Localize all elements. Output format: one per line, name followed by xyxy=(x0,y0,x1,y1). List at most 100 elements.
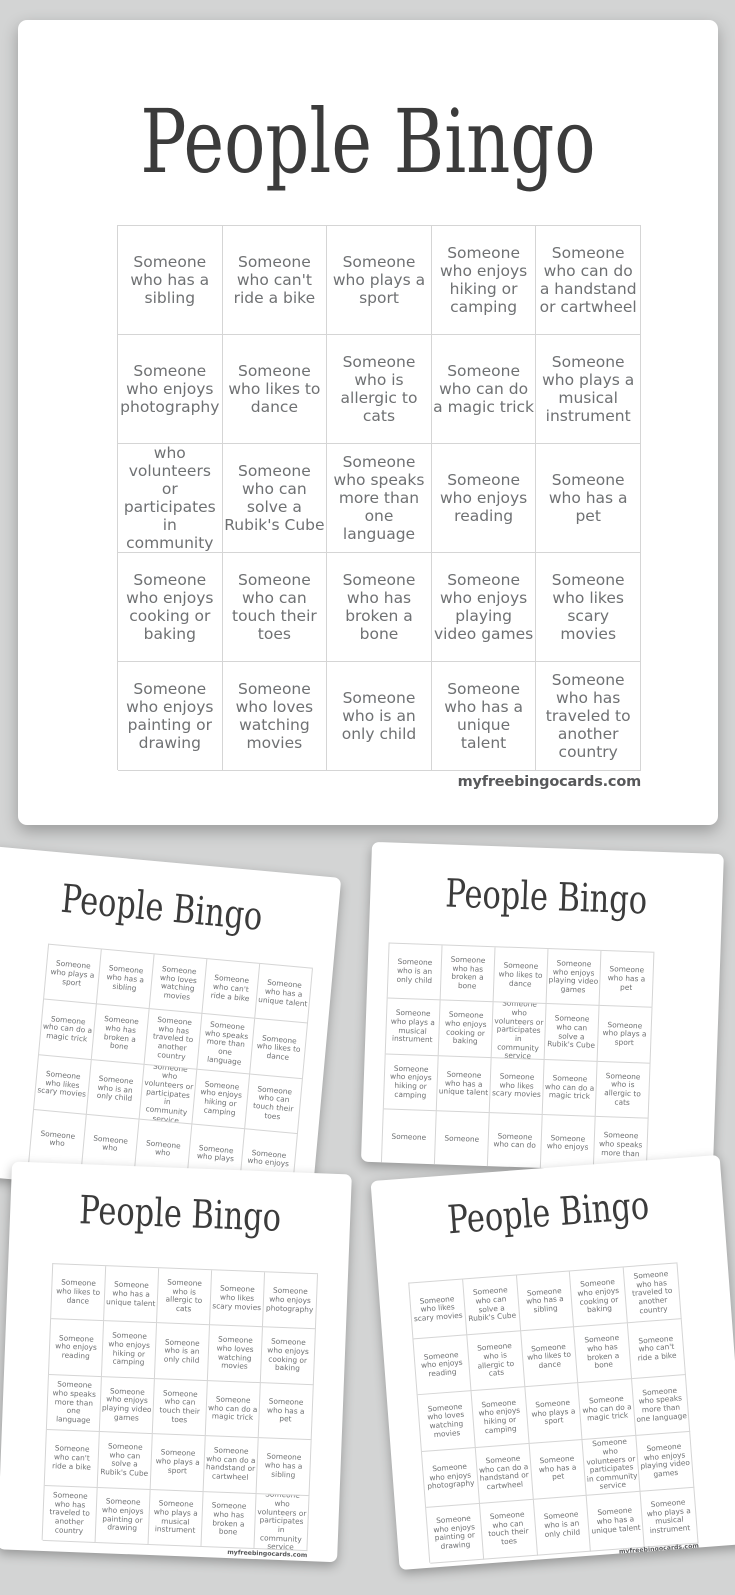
bingo-cell[interactable]: Someone who has broken a bone xyxy=(201,1491,257,1550)
bingo-cell[interactable]: Someone who can't ride a bike xyxy=(628,1319,686,1380)
bingo-cell[interactable]: Someone who enjoys playing video games xyxy=(546,949,602,1007)
bingo-cell[interactable]: Someone who enjoys painting or drawing xyxy=(95,1487,151,1545)
bingo-cell[interactable]: Someone who likes scary movies xyxy=(409,1279,468,1340)
bingo-cell[interactable]: Someone who has a pet xyxy=(536,444,641,553)
bingo-cell[interactable]: Someone who is an only child xyxy=(327,662,432,771)
bingo-cell[interactable]: Someone who has a sibling xyxy=(118,226,223,335)
bingo-cell[interactable]: Someone who likes to dance xyxy=(493,947,549,1005)
bingo-cell[interactable]: Someone who enjoys reading xyxy=(48,1319,105,1377)
bingo-cell[interactable]: Someone who likes scary movies xyxy=(33,1055,92,1116)
bingo-cell[interactable]: Someone who has traveled to another coun… xyxy=(144,1009,203,1070)
bingo-cell[interactable]: Someone xyxy=(381,1109,437,1167)
bingo-cell[interactable]: Someone who volunteers or participates i… xyxy=(254,1493,310,1552)
bingo-cell[interactable]: Someone who can do a magic trick xyxy=(38,999,97,1060)
bingo-cell[interactable]: Someone who enjoys cooking or baking xyxy=(118,553,223,662)
bingo-cell[interactable]: Someone who enjoys hiking or camping xyxy=(383,1054,439,1112)
bingo-cell[interactable]: Someone who can do a handstand or cartwh… xyxy=(536,226,641,335)
bingo-cell[interactable]: Someone who speaks more than one languag… xyxy=(197,1014,256,1075)
bingo-cell[interactable]: Someone who can solve a Rubik's Cube xyxy=(222,444,328,553)
bingo-card-thumbnail-5[interactable]: People Bingo Someone who likes scary mov… xyxy=(370,1154,735,1571)
bingo-cell[interactable]: Someone who enjoys photography xyxy=(118,335,223,444)
bingo-cell[interactable]: Someone who has broken a bone xyxy=(91,1004,150,1065)
bingo-cell[interactable]: Someone who volunteers or participates i… xyxy=(491,1002,547,1060)
bingo-cell[interactable]: Someone who speaks more than one languag… xyxy=(632,1375,691,1436)
bingo-cell[interactable]: Someone who likes scary movies xyxy=(489,1057,545,1116)
bingo-cell[interactable]: Someone who volunteers or participates i… xyxy=(118,444,223,553)
bingo-cell[interactable]: Someone who likes to dance xyxy=(51,1264,107,1322)
bingo-cell[interactable]: Someone who enjoys playing video games xyxy=(636,1431,695,1492)
bingo-cell[interactable]: Someone who has a unique talent xyxy=(255,963,313,1024)
bingo-cell[interactable]: Someone who has a pet xyxy=(599,950,655,1009)
bingo-cell[interactable]: Someone who can touch their toes xyxy=(479,1499,538,1560)
bingo-cell[interactable]: Someone who enjoys hiking or camping xyxy=(431,226,537,335)
bingo-cell[interactable]: Someone who volunteers or participates i… xyxy=(139,1064,198,1125)
bingo-cell[interactable]: Someone who enjoys reading xyxy=(413,1335,472,1396)
bingo-cell[interactable]: Someone who enjoys painting or drawing xyxy=(426,1503,484,1564)
bingo-cell[interactable]: Someone who has a sibling xyxy=(96,949,155,1010)
bingo-cell[interactable]: Someone who enjoys reading xyxy=(431,444,537,553)
bingo-cell[interactable]: Someone who is allergic to cats xyxy=(467,1331,525,1392)
bingo-cell[interactable]: Someone who can do a handstand or cartwh… xyxy=(203,1436,259,1494)
bingo-cell[interactable]: Someone who can touch their toes xyxy=(245,1074,303,1135)
bingo-cell[interactable]: Someone who has broken a bone xyxy=(327,553,432,662)
bingo-cell[interactable]: Someone who enjoys cooking or baking xyxy=(570,1267,629,1328)
bingo-cell[interactable]: Someone who is an only child xyxy=(387,943,443,1001)
bingo-cell[interactable]: Someone who plays a musical instrument xyxy=(385,998,441,1057)
bingo-cell[interactable]: Someone who likes to dance xyxy=(222,335,328,444)
bingo-cell[interactable]: Someone who enjoys hiking or camping xyxy=(192,1069,251,1130)
bingo-cell[interactable]: Someone who enjoys photography xyxy=(421,1447,480,1508)
bingo-cell[interactable]: Someone xyxy=(434,1111,490,1169)
bingo-cell[interactable]: Someone who is allergic to cats xyxy=(157,1268,213,1326)
bingo-cell[interactable]: Someone who enjoys playing video games xyxy=(431,553,537,662)
bingo-cell[interactable]: Someone who loves watching movies xyxy=(149,954,208,1015)
bingo-cell[interactable]: Someone who is an only child xyxy=(86,1059,145,1120)
bingo-cell[interactable]: Someone who can solve a Rubik's Cube xyxy=(544,1004,600,1062)
bingo-cell[interactable]: Someone who has traveled to another coun… xyxy=(42,1485,98,1543)
bingo-cell[interactable]: Someone who plays a sport xyxy=(597,1006,653,1064)
bingo-cell[interactable]: Someone who is an only child xyxy=(154,1323,210,1381)
bingo-cell[interactable]: Someone who has a unique talent xyxy=(104,1266,160,1324)
bingo-cell[interactable]: Someone who has traveled to another coun… xyxy=(623,1263,682,1324)
bingo-cell[interactable]: Someone who xyxy=(28,1110,87,1171)
bingo-cell[interactable]: Someone who has a sibling xyxy=(256,1438,312,1496)
bingo-cell[interactable]: Someone who plays a sport xyxy=(150,1434,206,1492)
bingo-cell[interactable]: Someone who has a sibling xyxy=(516,1271,575,1332)
bingo-cell[interactable]: Someone who loves watching movies xyxy=(417,1391,476,1452)
bingo-cell[interactable]: Someone who can touch their toes xyxy=(222,553,328,662)
bingo-cell[interactable]: Someone who plays a musical instrument xyxy=(640,1487,699,1548)
bingo-cell[interactable]: Someone who plays a musical instrument xyxy=(148,1489,204,1547)
bingo-cell[interactable]: Someone who has a unique talent xyxy=(587,1491,645,1552)
bingo-cell[interactable]: Someone who enjoys cooking or baking xyxy=(438,1000,494,1058)
bingo-cell[interactable]: Someone who plays a sport xyxy=(524,1383,583,1444)
bingo-cell[interactable]: Someone who has broken a bone xyxy=(440,945,496,1003)
bingo-cell[interactable]: Someone who can do a magic trick xyxy=(431,335,537,444)
bingo-cell[interactable]: Someone who enjoys painting or drawing xyxy=(118,662,223,771)
bingo-cell[interactable]: Someone who speaks more than one languag… xyxy=(46,1374,102,1433)
bingo-cell[interactable]: Someone who can't ride a bike xyxy=(202,959,261,1020)
bingo-cell[interactable]: Someone who has a unique talent xyxy=(431,662,537,771)
bingo-cell[interactable]: Someone who plays a sport xyxy=(327,226,432,335)
bingo-cell[interactable]: Someone who can do xyxy=(487,1113,543,1171)
bingo-cell[interactable] xyxy=(379,1164,435,1174)
bingo-card-thumbnail-3[interactable]: People Bingo Someone who is an only chil… xyxy=(360,841,724,1174)
bingo-cell[interactable]: Someone who likes to dance xyxy=(520,1327,579,1388)
bingo-cell[interactable]: Someone who enjoys cooking or baking xyxy=(260,1327,316,1385)
bingo-cell[interactable]: Someone who can solve a Rubik's Cube xyxy=(462,1275,521,1336)
bingo-cell[interactable]: Someone who speaks more than one languag… xyxy=(327,444,432,553)
bingo-cell[interactable]: Someone who loves watching movies xyxy=(222,662,328,771)
bingo-cell[interactable]: Someone who can't ride a bike xyxy=(44,1430,100,1488)
bingo-cell[interactable]: Someone who volunteers or participates i… xyxy=(582,1435,641,1496)
bingo-cell[interactable]: Someone who plays a musical instrument xyxy=(536,335,641,444)
bingo-cell[interactable]: Someone who enjoys photography xyxy=(262,1272,319,1330)
bingo-cell[interactable]: Someone who enjoys hiking or camping xyxy=(101,1321,158,1379)
bingo-cell[interactable]: Someone who has a pet xyxy=(529,1439,588,1500)
bingo-cell[interactable]: Someone who is an only child xyxy=(533,1495,592,1556)
bingo-cell[interactable]: Someone who can do a magic trick xyxy=(542,1059,598,1117)
bingo-cell[interactable]: Someone who can't ride a bike xyxy=(222,226,328,335)
bingo-cell[interactable]: Someone who has a unique talent xyxy=(436,1056,492,1114)
bingo-card-thumbnail-4[interactable]: People Bingo Someone who likes to dance … xyxy=(0,1161,352,1563)
bingo-cell[interactable]: Someone who can do a handstand or cartwh… xyxy=(475,1443,534,1504)
bingo-cell[interactable]: Someone who can solve a Rubik's Cube xyxy=(97,1432,153,1490)
bingo-cell[interactable]: Someone who plays a sport xyxy=(43,944,102,1005)
bingo-cell[interactable]: Someone who is allergic to cats xyxy=(595,1061,651,1119)
